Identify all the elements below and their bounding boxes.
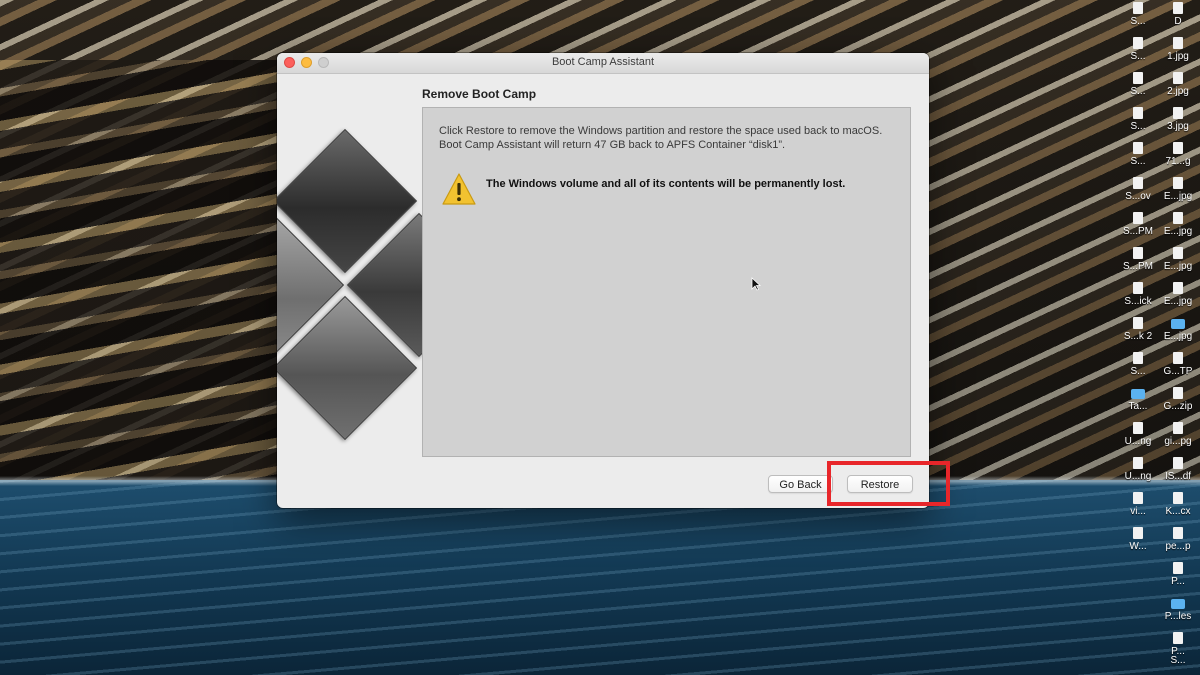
desktop-file-icon[interactable]: S... <box>1118 105 1158 139</box>
desktop-file-icon[interactable]: 2.jpg <box>1158 70 1198 104</box>
boot-camp-assistant-window: Boot Camp Assistant Remove Boot Camp Cli… <box>277 53 929 508</box>
desktop-file-icon[interactable]: S...ov <box>1118 175 1158 209</box>
desktop-file-icon[interactable]: 3.jpg <box>1158 105 1198 139</box>
desktop-file-icon[interactable]: S...PM <box>1118 245 1158 279</box>
desktop-icons: S... D S... 1.jpg S... 2.jpg S... 3.jpg … <box>1118 0 1200 675</box>
desktop-file-icon[interactable]: S... <box>1118 0 1158 34</box>
desktop-file-icon[interactable]: E...jpg <box>1158 245 1198 279</box>
desktop-file-icon[interactable]: E...jpg <box>1158 210 1198 244</box>
desktop-file-icon[interactable]: G...TP <box>1158 350 1198 384</box>
window-title: Boot Camp Assistant <box>551 56 655 68</box>
restore-highlight-box <box>827 461 950 506</box>
description-line-1: Click Restore to remove the Windows part… <box>439 125 883 137</box>
desktop-file-icon[interactable]: 71...g <box>1158 140 1198 174</box>
desktop-file-icon[interactable]: vi... <box>1118 490 1158 524</box>
desktop-folder-icon[interactable]: E...jpg <box>1158 315 1198 349</box>
wallpaper-sea <box>0 480 1200 675</box>
desktop-file-icon[interactable]: S...k 2 <box>1118 315 1158 349</box>
desktop-file-icon[interactable]: K...cx <box>1158 490 1198 524</box>
desktop-file-icon[interactable]: S... <box>1118 35 1158 69</box>
desktop-file-icon[interactable]: S... <box>1158 655 1198 675</box>
desktop-file-icon[interactable]: U...ng <box>1118 420 1158 454</box>
desktop-file-icon[interactable]: pe...p <box>1158 525 1198 559</box>
warning-text: The Windows volume and all of its conten… <box>486 178 846 190</box>
desktop-file-icon[interactable]: S...PM <box>1118 210 1158 244</box>
desktop-file-icon[interactable]: E...jpg <box>1158 280 1198 314</box>
desktop-folder-icon[interactable]: P...les <box>1158 595 1198 629</box>
desktop-file-icon[interactable]: S... <box>1118 140 1158 174</box>
desktop-file-icon[interactable]: IS...df <box>1158 455 1198 489</box>
desktop-file-icon[interactable]: W... <box>1118 525 1158 559</box>
description: Click Restore to remove the Windows part… <box>439 124 899 152</box>
warning-icon <box>442 173 476 205</box>
content-panel: Click Restore to remove the Windows part… <box>422 107 911 457</box>
wallpaper-rock-layer <box>0 60 280 490</box>
go-back-button[interactable]: Go Back <box>768 475 833 493</box>
mouse-cursor-icon <box>751 277 761 291</box>
window-titlebar[interactable]: Boot Camp Assistant <box>277 53 929 74</box>
desktop-file-icon[interactable]: U...ng <box>1118 455 1158 489</box>
desktop-file-icon[interactable]: gi...pg <box>1158 420 1198 454</box>
desktop-folder-icon[interactable]: Ta... <box>1118 385 1158 419</box>
section-title: Remove Boot Camp <box>422 87 537 101</box>
desktop-file-icon[interactable]: E...jpg <box>1158 175 1198 209</box>
desktop-file-icon[interactable]: D <box>1158 0 1198 34</box>
description-line-2: Boot Camp Assistant will return 47 GB ba… <box>439 139 786 151</box>
desktop-file-icon[interactable]: S... <box>1118 70 1158 104</box>
desktop-file-icon[interactable]: G...zip <box>1158 385 1198 419</box>
desktop-file-icon[interactable]: S... <box>1118 350 1158 384</box>
desktop-file-icon[interactable]: 1.jpg <box>1158 35 1198 69</box>
desktop-file-icon[interactable]: P... <box>1158 560 1198 594</box>
desktop-file-icon[interactable]: S...ick <box>1118 280 1158 314</box>
